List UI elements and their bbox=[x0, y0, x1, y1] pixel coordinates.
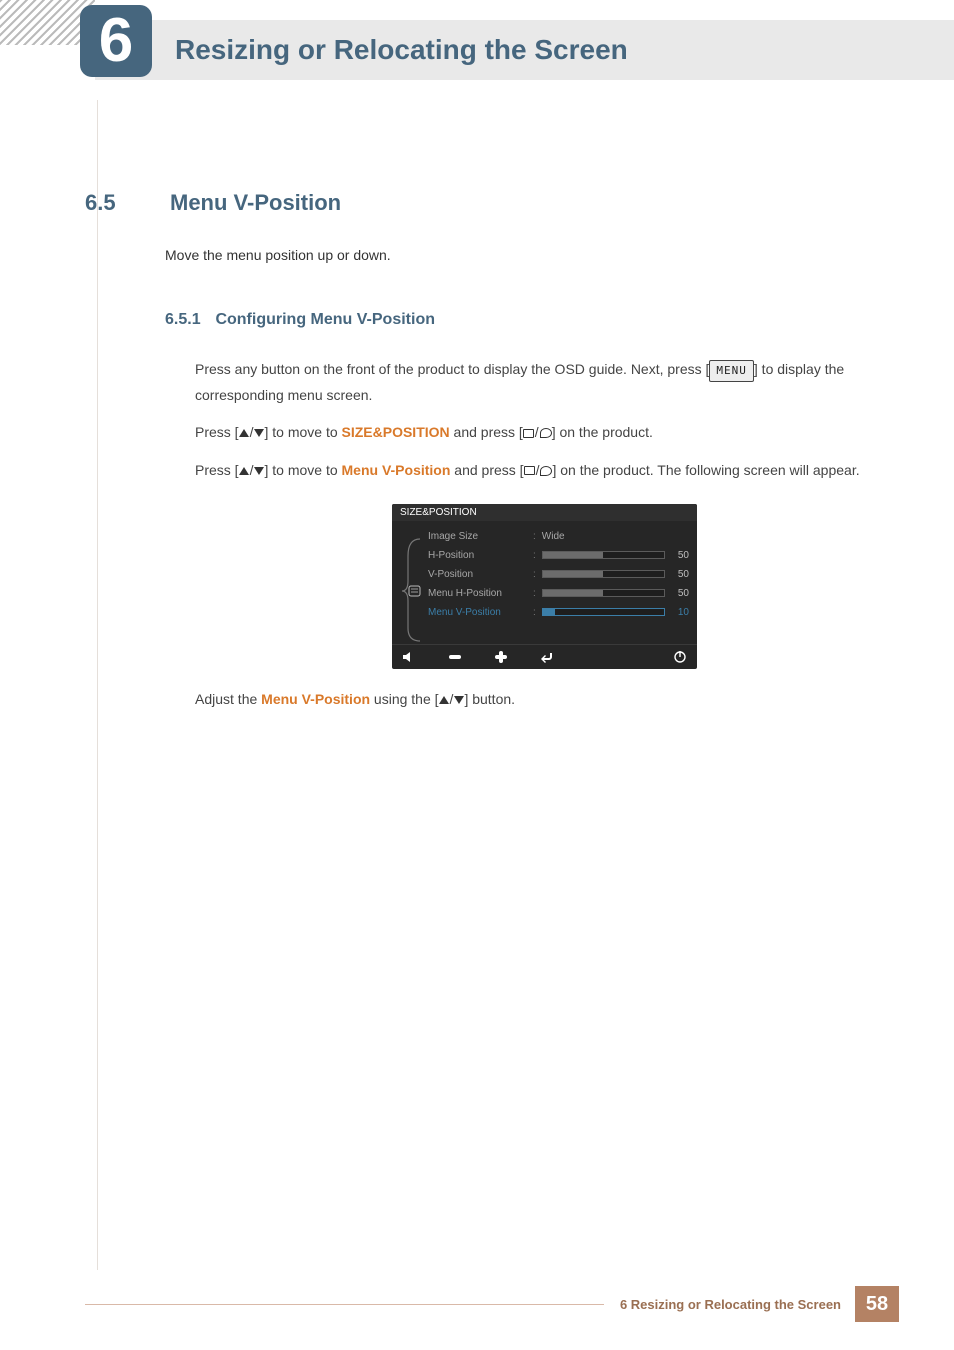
select-enter-icon: / bbox=[523, 420, 552, 445]
up-down-icon: / bbox=[439, 687, 465, 712]
section-number: 6.5 bbox=[85, 190, 145, 216]
osd-label-image-size: Image Size bbox=[428, 531, 523, 542]
minus-icon bbox=[448, 651, 462, 663]
select-enter-icon: / bbox=[524, 458, 553, 483]
chapter-number: 6 bbox=[99, 10, 133, 72]
osd-footer-icons bbox=[392, 644, 697, 669]
osd-row-v-position: :50 bbox=[533, 569, 689, 580]
osd-bracket-icon bbox=[400, 531, 418, 626]
step-4: Adjust the Menu V-Position using the [/]… bbox=[195, 687, 894, 713]
menu-button-label: MENU bbox=[709, 360, 754, 382]
step-1: Press any button on the front of the pro… bbox=[195, 357, 894, 407]
step-3: Press [/] to move to Menu V-Position and… bbox=[195, 458, 894, 484]
highlight-menu-v-position: Menu V-Position bbox=[342, 462, 451, 478]
return-icon bbox=[540, 651, 554, 663]
section-description: Move the menu position up or down. bbox=[165, 244, 894, 266]
power-icon bbox=[673, 651, 687, 663]
section-title: Menu V-Position bbox=[170, 190, 341, 216]
plus-icon bbox=[494, 651, 508, 663]
osd-row-h-position: :50 bbox=[533, 550, 689, 561]
highlight-closing: Menu V-Position bbox=[261, 691, 370, 707]
chapter-number-box: 6 bbox=[80, 5, 152, 77]
subsection-heading-row: 6.5.1 Configuring Menu V-Position bbox=[165, 311, 894, 329]
section-heading-row: 6.5 Menu V-Position bbox=[85, 190, 894, 216]
chapter-title: Resizing or Relocating the Screen bbox=[175, 34, 628, 66]
footer-label: 6 Resizing or Relocating the Screen bbox=[620, 1297, 841, 1312]
subsection-title: Configuring Menu V-Position bbox=[215, 311, 435, 328]
osd-row-menu-v-position: :10 bbox=[533, 607, 689, 618]
subsection-number: 6.5.1 bbox=[165, 311, 211, 329]
osd-label-menu-v-position: Menu V-Position bbox=[428, 607, 523, 618]
header-bar: Resizing or Relocating the Screen bbox=[95, 20, 954, 80]
osd-label-v-position: V-Position bbox=[428, 569, 523, 580]
osd-label-h-position: H-Position bbox=[428, 550, 523, 561]
osd-screenshot: SIZE&POSITION Image Size H-Position V-Po… bbox=[195, 504, 894, 669]
step-2: Press [/] to move to SIZE&POSITION and p… bbox=[195, 420, 894, 446]
page-footer: 6 Resizing or Relocating the Screen 58 bbox=[0, 1286, 954, 1322]
step-list: Press any button on the front of the pro… bbox=[195, 357, 894, 483]
highlight-sizeposition: SIZE&POSITION bbox=[342, 424, 450, 440]
osd-label-menu-h-position: Menu H-Position bbox=[428, 588, 523, 599]
up-down-icon: / bbox=[239, 420, 265, 445]
osd-row-menu-h-position: :50 bbox=[533, 588, 689, 599]
footer-line bbox=[85, 1304, 604, 1305]
osd-values: :Wide :50 :50 :50 :10 bbox=[533, 531, 689, 626]
osd-title: SIZE&POSITION bbox=[392, 504, 697, 521]
closing-step: Adjust the Menu V-Position using the [/]… bbox=[195, 687, 894, 713]
up-down-icon: / bbox=[239, 458, 265, 483]
speaker-mute-icon bbox=[402, 651, 416, 663]
osd-labels: Image Size H-Position V-Position Menu H-… bbox=[428, 531, 523, 626]
osd-row-image-size: :Wide bbox=[533, 531, 689, 542]
content-area: 6.5 Menu V-Position Move the menu positi… bbox=[0, 190, 954, 724]
footer-page-number: 58 bbox=[855, 1286, 899, 1322]
